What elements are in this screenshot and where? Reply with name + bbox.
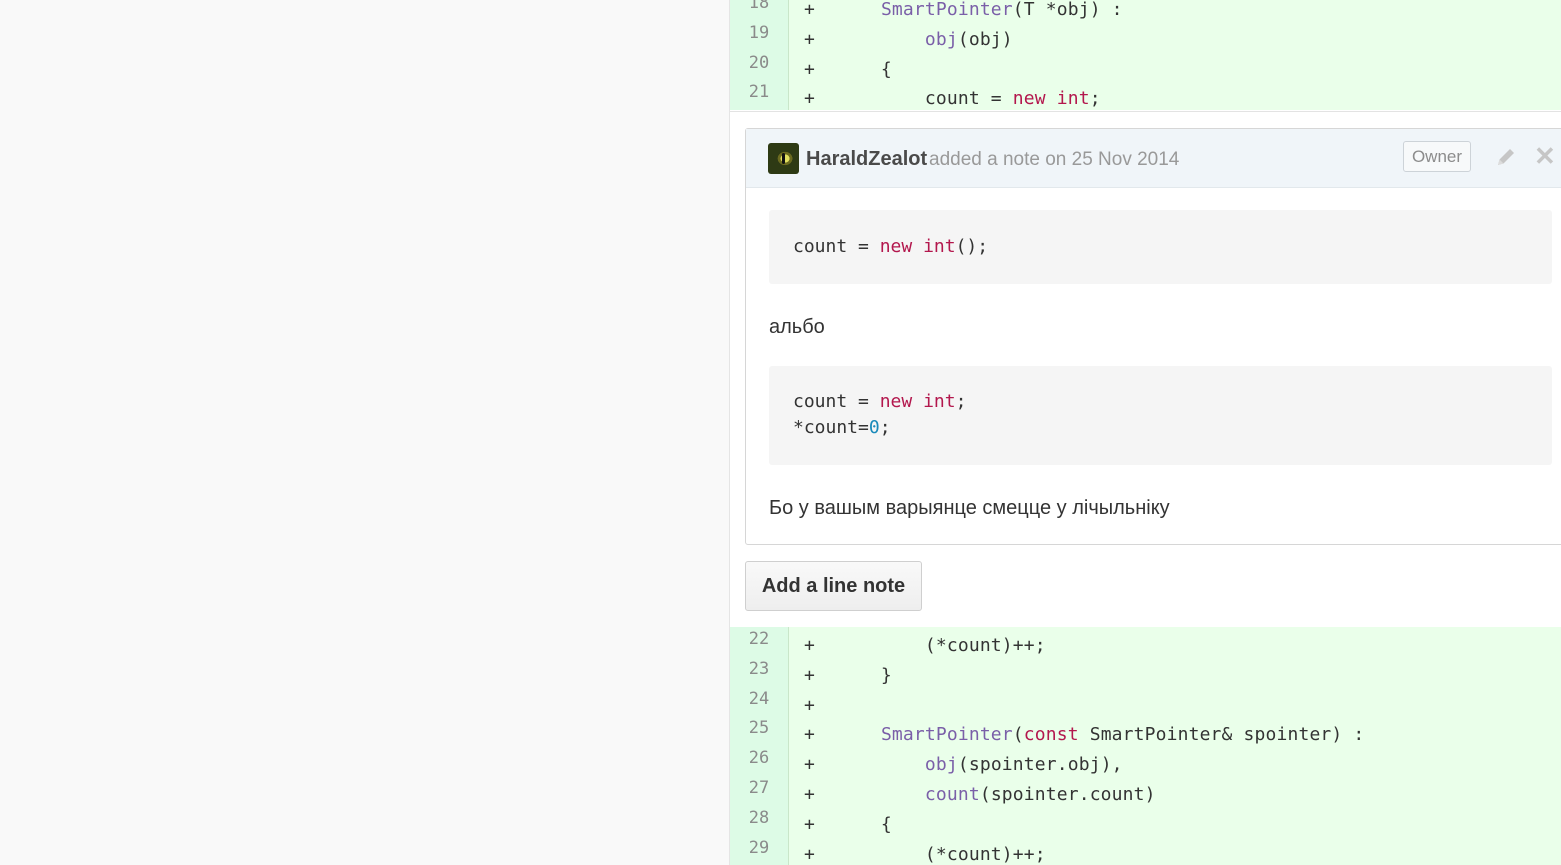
code-keyword: const — [1023, 724, 1079, 746]
line-number[interactable]: 28 — [730, 805, 789, 836]
code-text: { — [836, 813, 892, 835]
code-text: count = — [836, 88, 1013, 110]
line-number[interactable]: 22 — [730, 627, 789, 657]
note-author[interactable]: HaraldZealot — [806, 148, 927, 171]
diff-line[interactable]: 20 + { — [730, 50, 1561, 81]
code-text: (*count)++; — [836, 635, 1046, 656]
code-text: (); — [955, 236, 989, 257]
code-text: } — [836, 664, 892, 686]
diff-sign: + — [804, 754, 815, 776]
diff-sign: + — [804, 813, 815, 835]
diff-sign: + — [804, 635, 815, 656]
code-text: (T *obj) : — [1012, 0, 1123, 20]
code-text: (*count)++; — [836, 843, 1046, 865]
code-keyword: int — [923, 391, 956, 412]
line-number[interactable]: 26 — [730, 746, 789, 776]
avatar[interactable] — [768, 143, 799, 174]
diff-line[interactable]: 27 + count(spointer.count) — [730, 775, 1561, 806]
diff-line[interactable]: 19 + obj(obj) — [730, 20, 1561, 51]
line-number[interactable]: 29 — [730, 835, 789, 865]
line-number[interactable]: 21 — [730, 80, 789, 111]
code-text: ; — [1089, 88, 1101, 110]
code-keyword: int — [923, 236, 956, 257]
diff-line[interactable]: 24 + — [730, 686, 1561, 717]
note-code-block-1: count = new int(); — [769, 210, 1552, 284]
add-line-note-button[interactable]: Add a line note — [745, 561, 922, 611]
code-text: ; — [879, 417, 891, 438]
code-function: count — [924, 783, 980, 805]
line-number[interactable]: 24 — [730, 686, 789, 717]
diff-block-top: 18 + SmartPointer(T *obj) :19 + obj(obj) 20… — [730, 0, 1561, 111]
diff-line[interactable]: 25 + SmartPointer(const SmartPointer& spo… — [730, 716, 1561, 747]
diff-sign: + — [804, 783, 815, 805]
code-text: (spointer.obj), — [957, 754, 1123, 776]
code-text: *count= — [793, 417, 869, 438]
left-pane — [0, 0, 730, 865]
diff-sign: + — [804, 88, 815, 110]
note-text-1: альбо — [769, 316, 825, 338]
diff-line[interactable]: 18 + SmartPointer(T *obj) : — [730, 0, 1561, 21]
diff-sign: + — [804, 724, 815, 746]
code-text: { — [836, 58, 892, 80]
note-area: HaraldZealot added a note on 25 Nov 2014… — [730, 111, 1561, 629]
diff-line[interactable]: 26 + obj(spointer.obj), — [730, 746, 1561, 776]
note-text-2: Бо у вашым варыянце смецце у лічыльніку — [769, 497, 1170, 519]
code-function: obj — [924, 28, 958, 50]
code-function: SmartPointer — [880, 0, 1013, 20]
code-block-line: count = new int(); — [793, 210, 1552, 284]
note-code-block-2: count = new int; *count=0; — [769, 366, 1552, 465]
pencil-icon[interactable] — [1494, 145, 1518, 169]
line-note: HaraldZealot added a note on 25 Nov 2014… — [745, 128, 1561, 545]
code-text: count = — [793, 236, 880, 257]
diff-line[interactable]: 22 + (*count)++; — [730, 627, 1561, 657]
diff-line[interactable]: 23 + } — [730, 656, 1561, 687]
line-number[interactable]: 23 — [730, 656, 789, 687]
code-function: SmartPointer — [880, 724, 1013, 746]
diff-sign: + — [804, 694, 815, 716]
code-function: obj — [924, 754, 958, 776]
diff-sign: + — [804, 0, 815, 20]
line-number[interactable]: 18 — [730, 0, 789, 21]
diff-sign: + — [804, 28, 815, 50]
close-icon[interactable]: ✕ — [1534, 143, 1556, 169]
code-block-line: *count=0; — [793, 415, 1552, 441]
code-text: count = — [793, 391, 880, 412]
diff-line[interactable]: 29 + (*count)++; — [730, 835, 1561, 865]
note-meta: added a note on 25 Nov 2014 — [929, 149, 1180, 170]
diff-line[interactable]: 28 + { — [730, 805, 1561, 836]
line-number[interactable]: 20 — [730, 50, 789, 81]
diff-pane: 18 + SmartPointer(T *obj) :19 + obj(obj) 20… — [730, 0, 1561, 865]
code-text: ( — [1012, 724, 1024, 746]
diff-sign: + — [804, 664, 815, 686]
code-block-line: count = new int; — [793, 389, 1552, 415]
owner-badge: Owner — [1403, 141, 1471, 172]
code-text: (spointer.count) — [979, 783, 1156, 805]
line-number[interactable]: 25 — [730, 716, 789, 747]
diff-sign: + — [804, 843, 815, 865]
diff-line[interactable]: 21 + count = new int; — [730, 80, 1561, 111]
code-keyword: new — [879, 391, 913, 412]
code-text: (obj) — [957, 28, 1013, 50]
note-header: HaraldZealot added a note on 25 Nov 2014… — [746, 129, 1561, 188]
code-keyword: new — [879, 236, 913, 257]
diff-sign: + — [804, 58, 815, 80]
code-keyword: int — [1056, 88, 1090, 110]
code-text: SmartPointer& spointer) : — [1078, 724, 1365, 746]
code-number: 0 — [868, 417, 880, 438]
code-text: ; — [955, 391, 967, 412]
code-line: + (*count)++; — [804, 836, 1046, 865]
line-number[interactable]: 19 — [730, 20, 789, 51]
line-number[interactable]: 27 — [730, 775, 789, 806]
code-keyword: new — [1012, 88, 1046, 110]
diff-block-bottom: 22 + (*count)++; 23 + } 24 + 25 + SmartPointer… — [730, 627, 1561, 865]
